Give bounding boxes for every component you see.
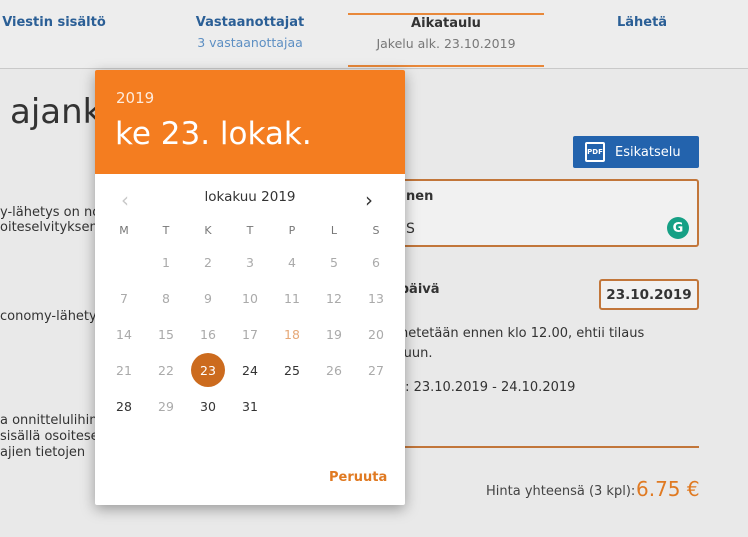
cancel-button[interactable]: Peruuta: [329, 470, 387, 485]
weekday-label: S: [372, 224, 380, 237]
weekday-label: T: [246, 224, 254, 237]
calendar-day[interactable]: 31: [233, 389, 267, 423]
calendar-day: 22: [158, 362, 174, 378]
step-message-content[interactable]: Viestin sisältö: [0, 14, 108, 68]
header-date: ke 23. lokak.: [115, 116, 312, 152]
grammarly-icon[interactable]: G: [667, 217, 689, 239]
step-title: Viestin sisältö: [2, 15, 106, 30]
calendar-day: 26: [326, 362, 342, 378]
calendar-day: 2: [204, 254, 212, 270]
calendar-day: 7: [120, 290, 128, 306]
chevron-right-icon[interactable]: ›: [365, 188, 373, 212]
info-text: ähetetään ennen klo 12.00, ehtii tilaus: [392, 326, 645, 341]
calendar-day: 20: [368, 326, 384, 342]
datepicker-header: 2019 ke 23. lokak.: [95, 70, 405, 174]
calendar-day: 15: [158, 326, 174, 342]
month-label: lokakuu 2019: [204, 189, 296, 205]
calendar-day: 12: [326, 290, 342, 306]
field-value: S: [406, 221, 415, 237]
calendar-day: 3: [246, 254, 254, 270]
background-text: y-lähetys on no: [0, 205, 101, 220]
weekday-label: M: [119, 224, 129, 237]
header-year[interactable]: 2019: [116, 89, 154, 107]
preview-button-label: Esikatselu: [615, 144, 681, 160]
price-label: Hinta yhteensä (3 kpl):: [486, 484, 636, 499]
weekday-label: T: [162, 224, 170, 237]
datepicker-dialog: 2019 ke 23. lokak. ‹ lokakuu 2019 › Peru…: [95, 70, 405, 505]
background-text: conomy-lähetys: [0, 309, 104, 324]
price-value: 6.75 €: [636, 477, 700, 501]
pdf-icon: PDF: [585, 142, 605, 162]
background-text: a onnittelulihin: [0, 413, 98, 428]
calendar-day: 1: [162, 254, 170, 270]
calendar-day[interactable]: 25: [275, 353, 309, 387]
step-title: Lähetä: [616, 15, 668, 30]
preview-button[interactable]: PDF Esikatselu: [573, 136, 699, 168]
calendar-day: 6: [372, 254, 380, 270]
weekday-label: L: [330, 224, 338, 237]
delivery-date-input[interactable]: 23.10.2019: [599, 279, 699, 310]
divider: [380, 446, 699, 448]
weekday-label: P: [288, 224, 296, 237]
calendar-day: 11: [284, 290, 300, 306]
step-subtitle: 3 vastaanottajaa: [197, 35, 303, 50]
step-recipients[interactable]: Vastaanottajat 3 vastaanottajaa: [150, 14, 350, 68]
calendar-day[interactable]: 28: [107, 389, 141, 423]
calendar-day-selected[interactable]: 23: [191, 353, 225, 387]
calendar-day: 13: [368, 290, 384, 306]
calendar-day: 10: [242, 290, 258, 306]
page-title: ajank: [10, 92, 103, 132]
step-title: Aikataulu: [411, 16, 481, 31]
weekday-label: K: [204, 224, 212, 237]
calendar-day: 18: [284, 326, 300, 342]
delivery-window-text: ta: 23.10.2019 - 24.10.2019: [392, 380, 576, 395]
step-title: Vastaanottajat: [195, 15, 305, 30]
calendar-day: 5: [330, 254, 338, 270]
calendar-day: 29: [158, 398, 174, 414]
calendar-day[interactable]: 24: [233, 353, 267, 387]
background-text: ajien tietojen: [0, 445, 86, 460]
sender-field[interactable]: nen S G: [380, 179, 699, 247]
calendar-day: 8: [162, 290, 170, 306]
calendar-day: 14: [116, 326, 132, 342]
step-schedule[interactable]: Aikataulu Jakelu alk. 23.10.2019: [348, 13, 544, 67]
background-text: sisällä osoitesel: [0, 429, 103, 444]
field-label: nen: [406, 189, 434, 204]
step-subtitle: Jakelu alk. 23.10.2019: [376, 36, 516, 51]
calendar-day: 27: [368, 362, 384, 378]
calendar-day: 19: [326, 326, 342, 342]
calendar-day: 4: [288, 254, 296, 270]
background-text: oiteselvityksen: [0, 220, 98, 235]
calendar-day[interactable]: 30: [191, 389, 225, 423]
calendar-day: 9: [204, 290, 212, 306]
calendar-day: 17: [242, 326, 258, 342]
calendar-day: 21: [116, 362, 132, 378]
stepper: Viestin sisältö Vastaanottajat 3 vastaan…: [0, 0, 748, 69]
step-send[interactable]: Lähetä: [544, 14, 740, 68]
calendar-day: 16: [200, 326, 216, 342]
